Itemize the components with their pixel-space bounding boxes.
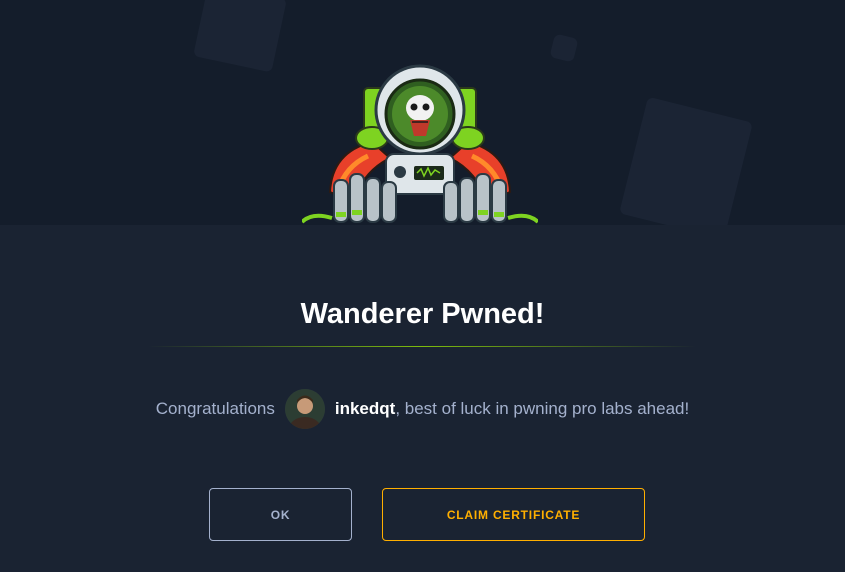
message-prefix: Congratulations [155,399,275,418]
user-avatar [284,389,325,429]
message-suffix: , best of luck in pwning pro labs ahead! [395,399,690,418]
astronaut-skull-mascot-icon [302,64,538,224]
decorative-square [193,0,287,73]
username[interactable]: inkedqt [335,399,395,419]
ok-button[interactable]: OK [209,488,352,541]
claim-certificate-button[interactable]: CLAIM CERTIFICATE [382,488,645,541]
decorative-square [619,96,753,225]
decorative-square [549,33,579,63]
dialog-body: Wanderer Pwned! Congratulations inkedqt … [0,225,845,572]
congratulations-message: Congratulations inkedqt , best of luck i… [0,388,845,430]
title-divider [148,346,696,347]
dialog-title: Wanderer Pwned! [300,298,545,330]
hero-banner [0,0,845,225]
